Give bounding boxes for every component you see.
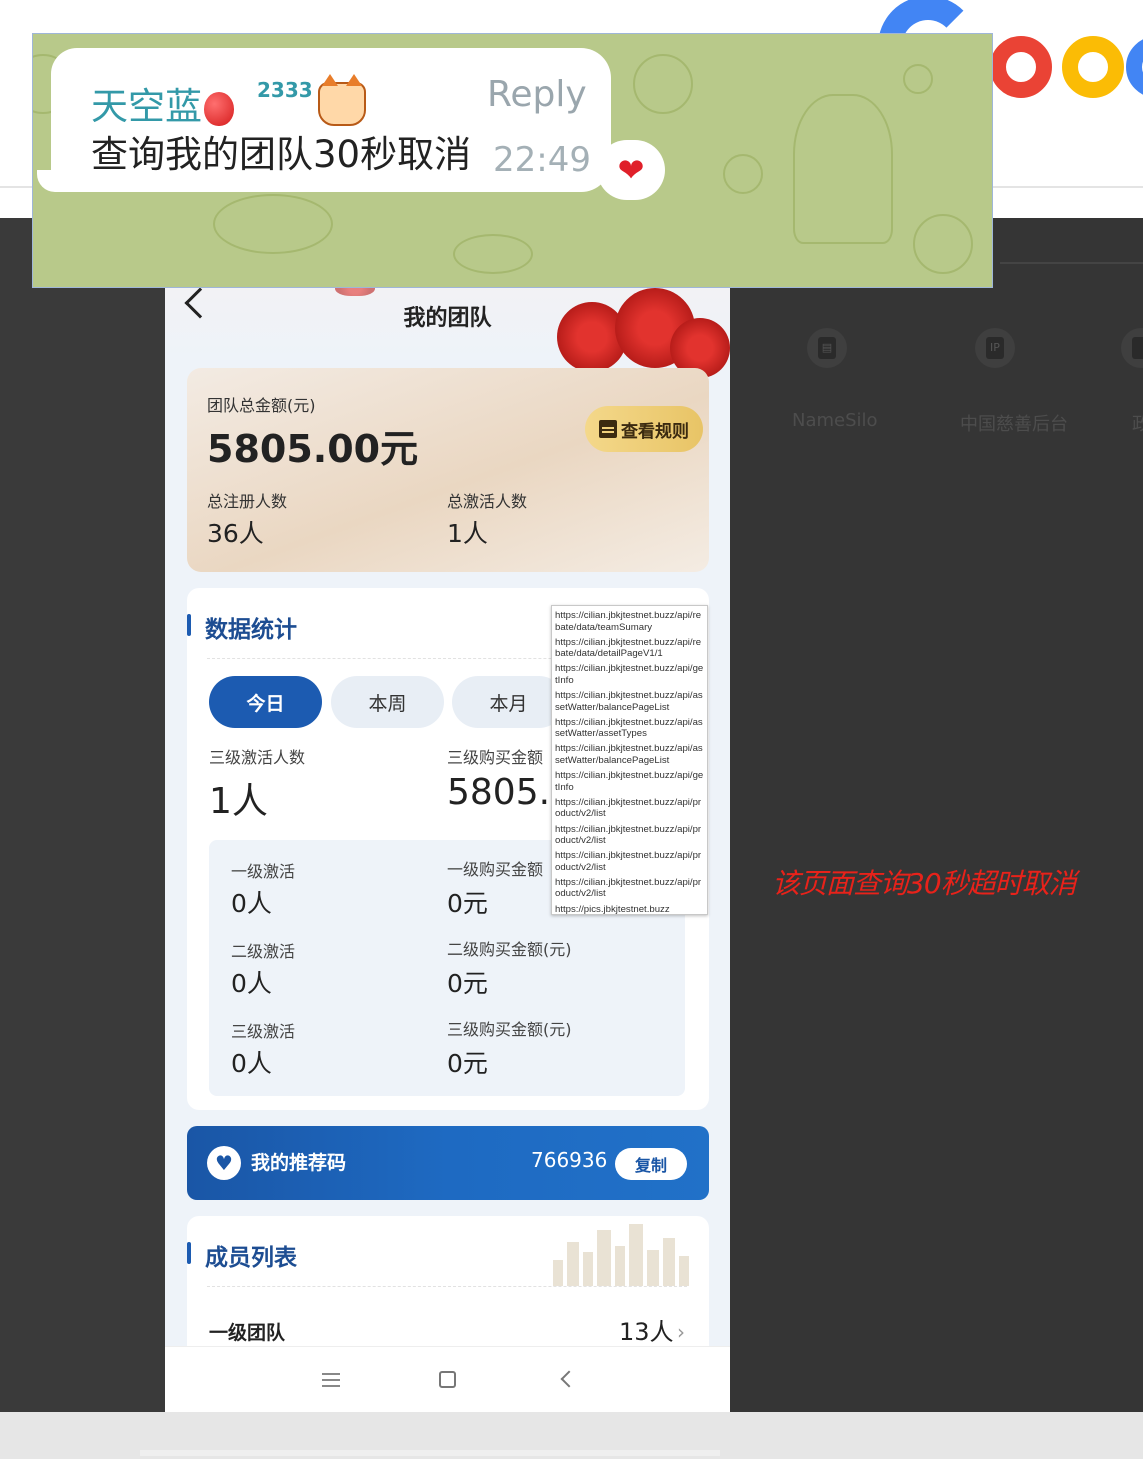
view-rules-label: 查看规则 <box>621 421 689 442</box>
activated-count-value: 1人 <box>447 519 488 548</box>
level2-purchase-value: 0元 <box>447 969 488 998</box>
home-icon[interactable] <box>439 1371 456 1388</box>
url-item: https://cilian.jbkjtestnet.buzz/api/prod… <box>555 850 702 873</box>
url-item: https://cilian.jbkjtestnet.buzz/api/getI… <box>555 663 704 686</box>
shortcut-charity-admin[interactable]: IP 中国慈善后台 <box>960 328 1068 436</box>
registered-count-label: 总注册人数 <box>207 492 288 511</box>
section-title: 成员列表 <box>205 1245 297 1271</box>
url-item: https://cilian.jbkjtestnet.buzz/api/prod… <box>555 876 702 900</box>
heart-reaction-icon[interactable]: ❤ <box>597 140 665 200</box>
level3-activate-value: 0人 <box>231 1049 272 1078</box>
url-item: https://cilian.jbkjtestnet.buzz/api/reba… <box>555 636 702 660</box>
level2-purchase-label: 二级购买金额(元) <box>447 940 572 959</box>
menu-icon[interactable] <box>322 1373 340 1387</box>
tab-today[interactable]: 今日 <box>209 676 322 728</box>
section-marker <box>187 614 191 636</box>
referral-code-card: ♥ 我的推荐码 766936 复制 <box>187 1126 709 1200</box>
level3-purchase-detail-label: 三级购买金额(元) <box>447 1020 572 1039</box>
chevron-right-icon[interactable]: › <box>677 1320 685 1344</box>
tab-this-week[interactable]: 本周 <box>331 676 444 728</box>
message-time: 22:49 <box>493 140 591 180</box>
shortcut-namesilo[interactable]: ▤ NameSilo <box>792 328 878 431</box>
url-item: https://cilian.jbkjtestnet.buzz/api/asse… <box>555 690 703 713</box>
sender-badge: 2333 <box>257 78 313 102</box>
bottom-bar <box>0 1412 1143 1459</box>
section-marker <box>187 1242 191 1264</box>
team-level1-count[interactable]: 13人 <box>619 1312 674 1347</box>
team-summary-card: 团队总金额(元) 5805.00元 查看规则 总注册人数 36人 总激活人数 1… <box>187 368 709 572</box>
url-item: https://cilian.jbkjtestnet.buzz/api/asse… <box>555 743 703 766</box>
cat-emoji-icon <box>318 74 366 126</box>
sender-name: 天空蓝 <box>91 76 234 130</box>
view-rules-button[interactable]: 查看规则 <box>585 406 703 452</box>
shortcut-label: NameSilo <box>792 410 878 431</box>
tab-this-month[interactable]: 本月 <box>452 676 565 728</box>
url-item: https://pics.jbkjtestnet.buzz <box>555 903 670 915</box>
referral-label: 我的推荐码 <box>251 1152 347 1174</box>
level1-purchase-label: 一级购买金额 <box>447 860 544 879</box>
url-item: https://cilian.jbkjtestnet.buzz/api/prod… <box>555 823 702 847</box>
level1-activate-value: 0人 <box>231 889 272 918</box>
level3-purchase-label: 三级购买金额 <box>447 748 544 767</box>
system-nav-bar <box>165 1346 730 1412</box>
back-icon[interactable] <box>560 1370 578 1388</box>
copy-button[interactable]: 复制 <box>615 1148 687 1180</box>
level3-purchase-detail-value: 0元 <box>447 1049 488 1078</box>
heart-icon: ♥ <box>207 1146 241 1180</box>
total-amount-label: 团队总金额(元) <box>207 396 316 415</box>
message-bubble[interactable]: 天空蓝 2333 Reply 查询我的团队30秒取消 22:49 <box>37 48 611 192</box>
reply-button[interactable]: Reply <box>487 74 587 115</box>
request-url-popup: https://cilian.jbkjtestnet.buzz/api/reba… <box>551 605 708 915</box>
shortcut-gov[interactable]: 政 <box>1106 328 1143 436</box>
registered-count-value: 36人 <box>207 519 264 548</box>
level3-activated-value: 1人 <box>209 781 268 822</box>
activated-count-label: 总激活人数 <box>447 492 528 511</box>
document-icon: ▤ <box>807 328 847 368</box>
section-title: 数据统计 <box>205 617 297 643</box>
team-level1-label[interactable]: 一级团队 <box>209 1318 285 1345</box>
balloon-icon <box>204 91 234 126</box>
url-item: https://cilian.jbkjtestnet.buzz/api/getI… <box>555 770 704 793</box>
chat-screenshot: 天空蓝 2333 Reply 查询我的团队30秒取消 22:49 ❤ <box>32 33 993 288</box>
level1-purchase-value: 0元 <box>447 889 488 918</box>
total-amount-value: 5805.00元 <box>207 427 419 471</box>
level1-activate-label: 一级激活 <box>231 862 296 881</box>
url-item: https://cilian.jbkjtestnet.buzz/api/reba… <box>555 610 702 633</box>
url-item: https://cilian.jbkjtestnet.buzz/api/asse… <box>555 716 703 740</box>
referral-code: 766936 <box>531 1148 608 1172</box>
annotation-note: 该页面查询30秒超时取消 <box>772 867 1077 900</box>
calendar-icon <box>599 420 617 438</box>
message-text: 查询我的团队30秒取消 <box>91 133 472 176</box>
shortcut-label: 政 <box>1132 414 1143 435</box>
page-title: 我的团队 <box>403 306 492 331</box>
generic-icon <box>1121 328 1143 368</box>
browser-shortcuts-panel: ▤ NameSilo IP 中国慈善后台 政 <box>730 218 1143 1412</box>
level2-activate-value: 0人 <box>231 969 272 998</box>
url-item: https://cilian.jbkjtestnet.buzz/api/prod… <box>555 796 702 820</box>
level3-activated-label: 三级激活人数 <box>209 748 306 767</box>
level2-activate-label: 二级激活 <box>231 942 296 961</box>
level3-activate-label: 三级激活 <box>231 1022 296 1041</box>
shortcut-label: 中国慈善后台 <box>960 414 1068 435</box>
ip-icon: IP <box>975 328 1015 368</box>
